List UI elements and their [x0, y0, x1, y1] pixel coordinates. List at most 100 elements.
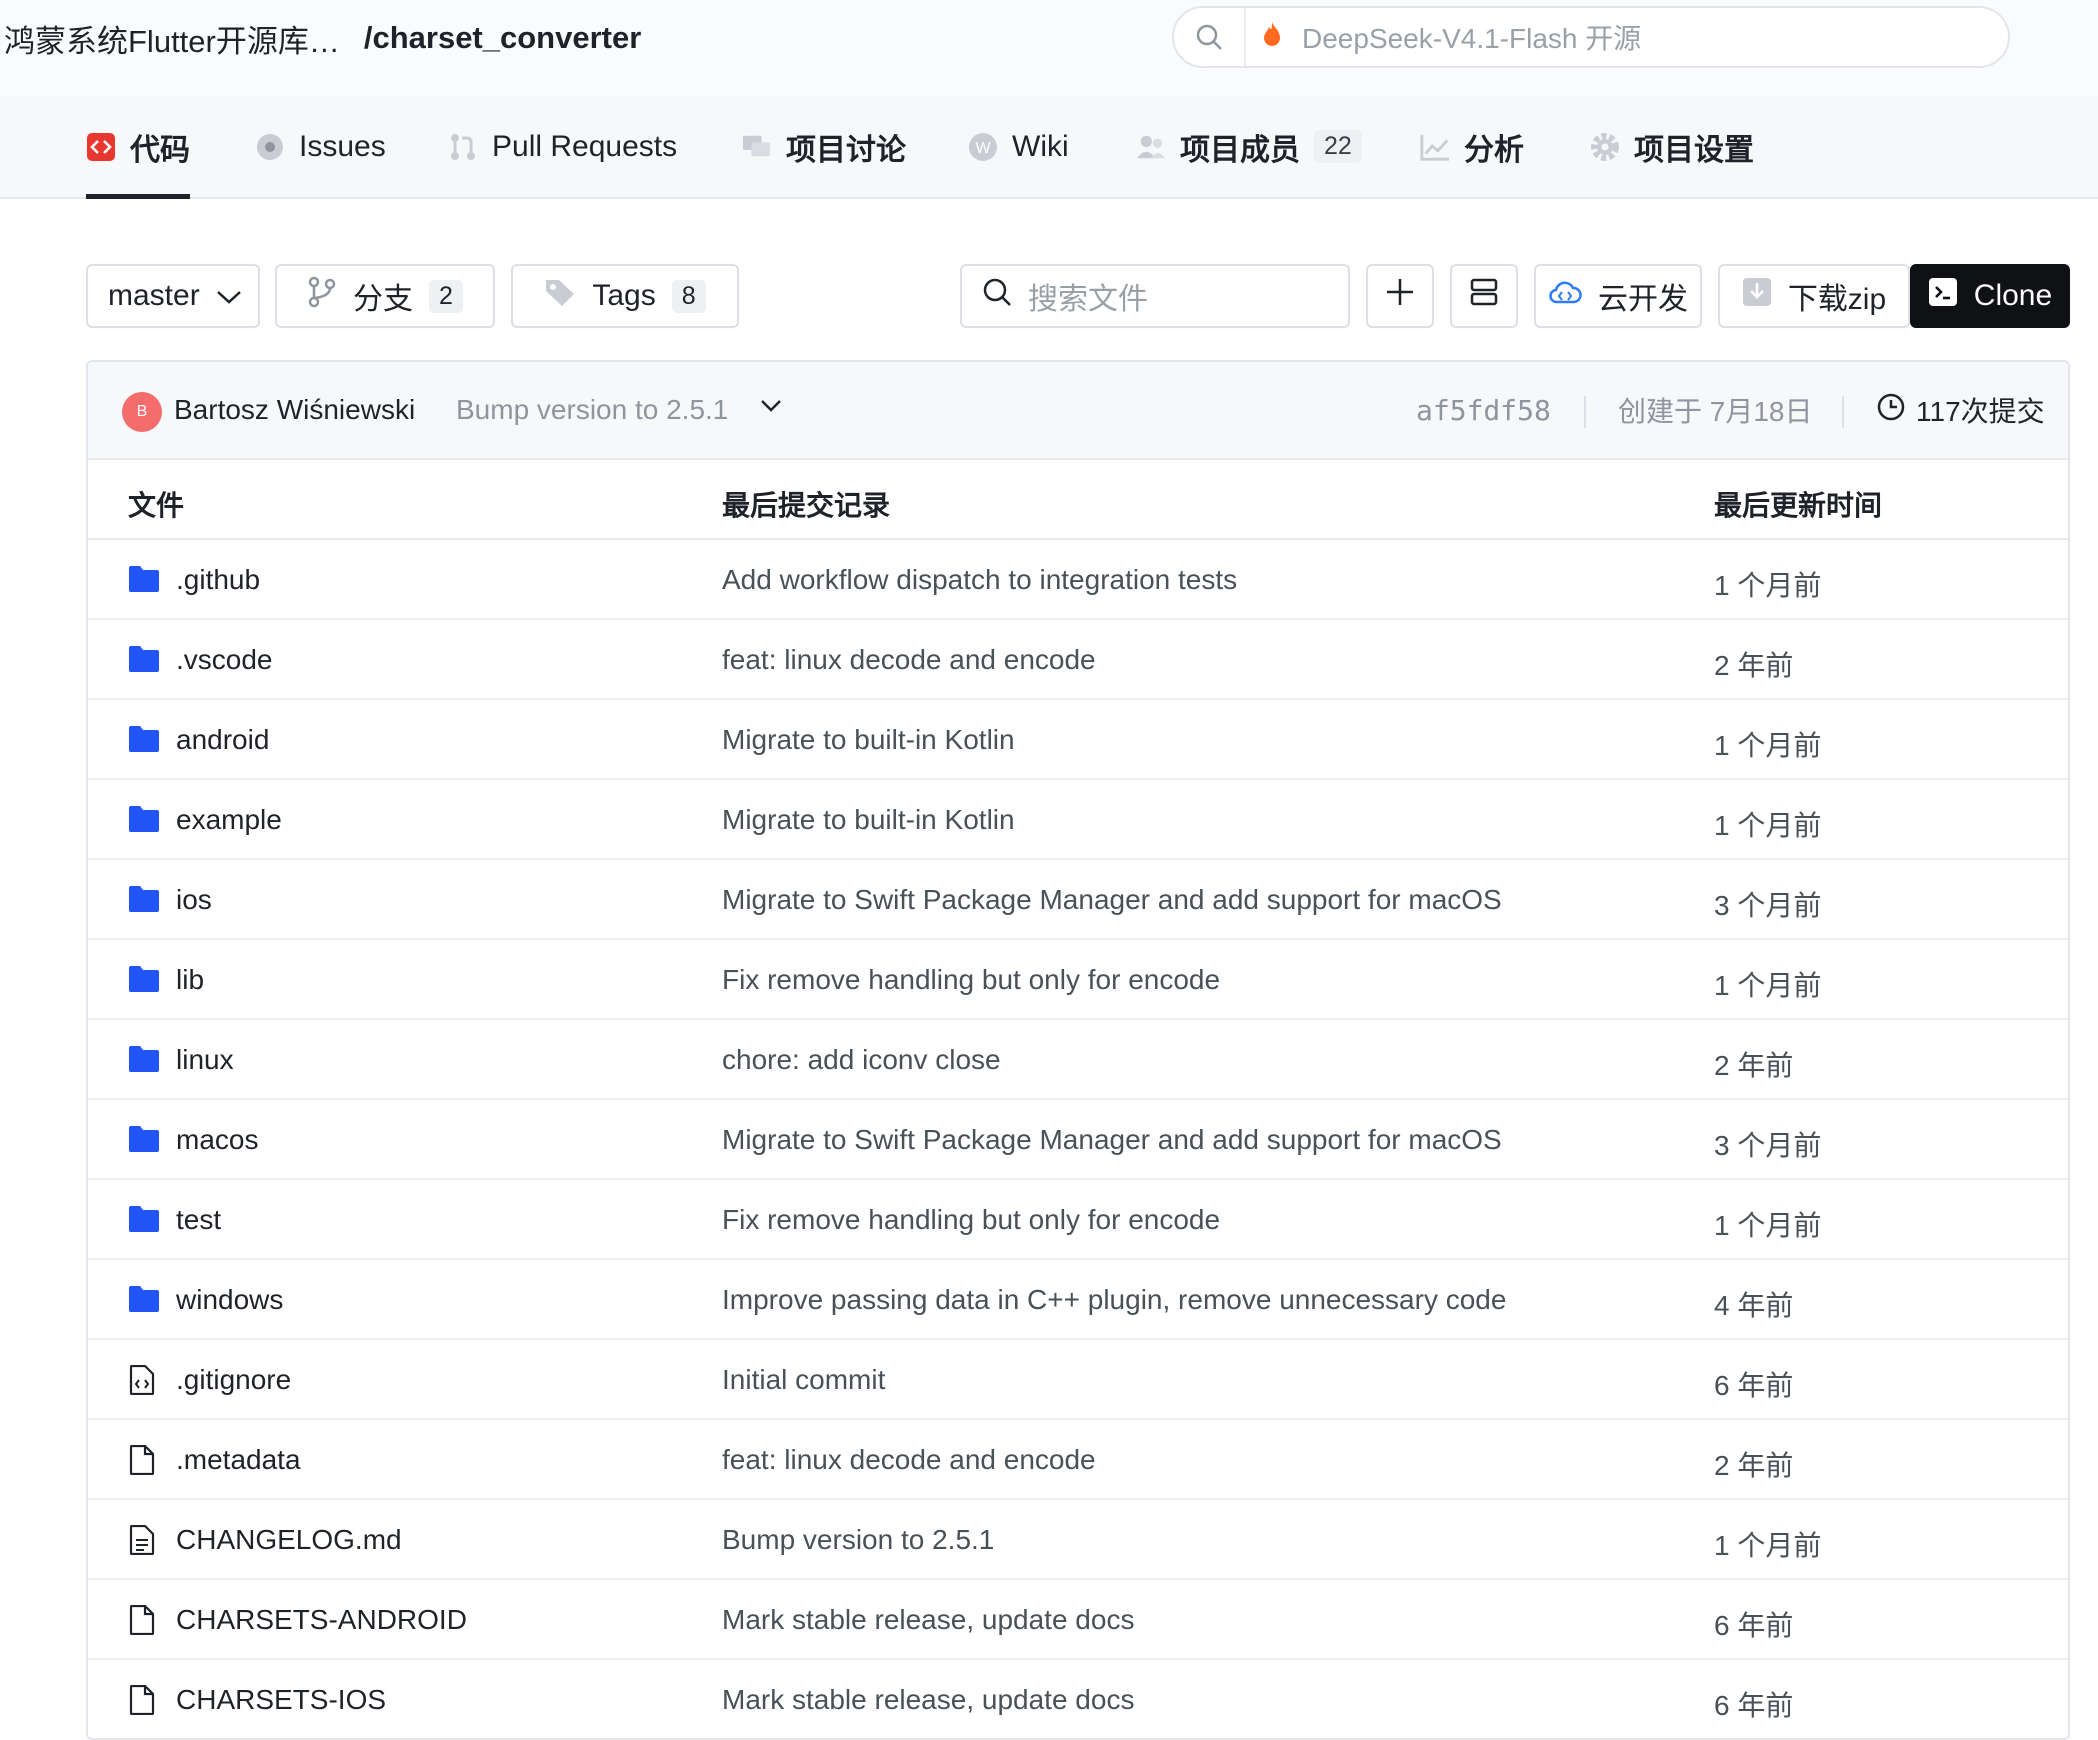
last-commit-message[interactable]: Add workflow dispatch to integration tes… — [722, 564, 1237, 596]
last-commit-message[interactable]: feat: linux decode and encode — [722, 1444, 1096, 1476]
file-name-link[interactable]: CHARSETS-IOS — [176, 1684, 386, 1716]
tags-button[interactable]: Tags 8 — [511, 264, 739, 328]
file-name-link[interactable]: ios — [176, 884, 212, 916]
divider — [1842, 396, 1844, 428]
folder-icon — [128, 885, 160, 915]
table-row[interactable]: test Fix remove handling but only for enc… — [88, 1180, 2068, 1260]
last-commit-message[interactable]: Mark stable release, update docs — [722, 1684, 1134, 1716]
commit-message[interactable]: Bump version to 2.5.1 — [456, 394, 728, 426]
last-commit-message[interactable]: feat: linux decode and encode — [722, 644, 1096, 676]
last-commit-message[interactable]: Mark stable release, update docs — [722, 1604, 1134, 1636]
settings-icon — [1590, 132, 1620, 162]
table-row[interactable]: CHARSETS-IOS Mark stable release, update … — [88, 1660, 2068, 1738]
clone-label: Clone — [1973, 279, 2053, 312]
commit-hash[interactable]: af5fdf58 — [1416, 394, 1551, 427]
file-name-link[interactable]: example — [176, 804, 282, 836]
folder-icon — [128, 725, 160, 755]
last-updated-time: 3 个月前 — [1714, 1130, 1822, 1161]
clone-button[interactable]: Clone — [1910, 264, 2070, 328]
table-row[interactable]: CHARSETS-ANDROID Mark stable release, upd… — [88, 1580, 2068, 1660]
last-commit-message[interactable]: Fix remove handling but only for encode — [722, 1204, 1220, 1236]
table-row[interactable]: ios Migrate to Swift Package Manager and … — [88, 860, 2068, 940]
branches-count: 2 — [429, 279, 463, 313]
file-name-link[interactable]: android — [176, 724, 269, 756]
file-name-link[interactable]: linux — [176, 1044, 234, 1076]
file-name-link[interactable]: .github — [176, 564, 260, 596]
commit-count-link[interactable]: 117次提交 — [1876, 390, 2045, 430]
branch-select[interactable]: master — [86, 264, 260, 328]
table-row[interactable]: windows Improve passing data in C++ plugi… — [88, 1260, 2068, 1340]
tab-settings[interactable]: 项目设置 — [1590, 96, 1754, 197]
file-name-link[interactable]: lib — [176, 964, 204, 996]
last-updated-time: 2 年前 — [1714, 1450, 1794, 1481]
table-row[interactable]: linux chore: add iconv close 2 年前 — [88, 1020, 2068, 1100]
table-row[interactable]: .github Add workflow dispatch to integrat… — [88, 540, 2068, 620]
last-commit-message[interactable]: Migrate to Swift Package Manager and add… — [722, 1124, 1502, 1156]
download-zip-label: 下载zip — [1787, 283, 1887, 316]
table-row[interactable]: macos Migrate to Swift Package Manager an… — [88, 1100, 2068, 1180]
issues-icon — [255, 132, 285, 162]
table-row[interactable]: .metadata feat: linux decode and encode 2 … — [88, 1420, 2068, 1500]
table-row[interactable]: .vscode feat: linux decode and encode 2 年前 — [88, 620, 2068, 700]
cloud-dev-label: 云开发 — [1598, 283, 1688, 316]
code-file-icon — [128, 1364, 160, 1396]
tab-label: Issues — [299, 129, 386, 163]
commit-created-date: 创建于 7月18日 — [1618, 396, 1813, 427]
folder-icon — [128, 1125, 160, 1155]
file-name-link[interactable]: CHARSETS-ANDROID — [176, 1604, 467, 1636]
last-commit-message[interactable]: Improve passing data in C++ plugin, remo… — [722, 1284, 1506, 1316]
file-name-link[interactable]: .metadata — [176, 1444, 301, 1476]
last-commit-message[interactable]: Migrate to built-in Kotlin — [722, 804, 1015, 836]
download-zip-button[interactable]: 下载zip — [1718, 264, 1910, 328]
last-commit-message[interactable]: Migrate to built-in Kotlin — [722, 724, 1015, 756]
table-row[interactable]: android Migrate to built-in Kotlin 1 个月前 — [88, 700, 2068, 780]
last-updated-time: 1 个月前 — [1714, 970, 1822, 1001]
table-row[interactable]: example Migrate to built-in Kotlin 1 个月前 — [88, 780, 2068, 860]
branches-label: 分支 — [353, 283, 414, 316]
last-commit-message[interactable]: Initial commit — [722, 1364, 885, 1396]
table-row[interactable]: CHANGELOG.md Bump version to 2.5.1 1 个月前 — [88, 1500, 2068, 1580]
cloud-dev-button[interactable]: 云开发 — [1534, 264, 1702, 328]
tab-code[interactable]: 代码 — [86, 96, 190, 199]
global-search-input[interactable]: DeepSeek-V4.1-Flash 开源 — [1172, 6, 2010, 68]
avatar[interactable]: B — [122, 392, 162, 432]
tab-wiki[interactable]: W Wiki — [968, 96, 1069, 197]
file-name-link[interactable]: .gitignore — [176, 1364, 291, 1396]
file-name-link[interactable]: test — [176, 1204, 221, 1236]
tab-label: 项目成员 — [1180, 133, 1300, 167]
file-name-link[interactable]: .vscode — [176, 644, 273, 676]
layout-toggle-button[interactable] — [1450, 264, 1518, 328]
file-name-link[interactable]: windows — [176, 1284, 283, 1316]
tab-members[interactable]: 项目成员 22 — [1136, 96, 1362, 197]
last-updated-time: 2 年前 — [1714, 650, 1794, 681]
breadcrumb-org[interactable]: 鸿蒙系统Flutter开源库… — [4, 16, 340, 61]
table-row[interactable]: .gitignore Initial commit 6 年前 — [88, 1340, 2068, 1420]
divider — [1584, 396, 1586, 428]
tab-label: Pull Requests — [492, 129, 678, 163]
add-file-button[interactable] — [1366, 264, 1434, 328]
branch-name: master — [108, 279, 200, 312]
file-search-placeholder: 搜索文件 — [1028, 283, 1148, 316]
chevron-down-icon[interactable] — [760, 398, 782, 419]
tag-icon — [544, 277, 576, 315]
last-commit-message[interactable]: chore: add iconv close — [722, 1044, 1001, 1076]
file-name-link[interactable]: macos — [176, 1124, 258, 1156]
tab-pull-requests[interactable]: Pull Requests — [448, 96, 677, 197]
commit-author[interactable]: Bartosz Wiśniewski — [174, 394, 415, 426]
table-row[interactable]: lib Fix remove handling but only for enco… — [88, 940, 2068, 1020]
file-name-link[interactable]: CHANGELOG.md — [176, 1524, 402, 1556]
last-commit-message[interactable]: Fix remove handling but only for encode — [722, 964, 1220, 996]
tab-analytics[interactable]: 分析 — [1420, 96, 1524, 197]
last-commit-message[interactable]: Bump version to 2.5.1 — [722, 1524, 994, 1556]
branch-icon — [307, 276, 337, 316]
file-rows: .github Add workflow dispatch to integrat… — [88, 540, 2068, 1738]
file-search-input[interactable]: 搜索文件 — [960, 264, 1350, 328]
tab-issues[interactable]: Issues — [255, 96, 386, 197]
folder-icon — [128, 1045, 160, 1075]
branches-button[interactable]: 分支 2 — [275, 264, 495, 328]
last-commit-message[interactable]: Migrate to Swift Package Manager and add… — [722, 884, 1502, 916]
chevron-down-icon — [216, 279, 242, 313]
tab-discussions[interactable]: 项目讨论 — [742, 96, 906, 197]
analytics-icon — [1420, 132, 1450, 162]
breadcrumb-repo[interactable]: /charset_converter — [364, 20, 641, 56]
